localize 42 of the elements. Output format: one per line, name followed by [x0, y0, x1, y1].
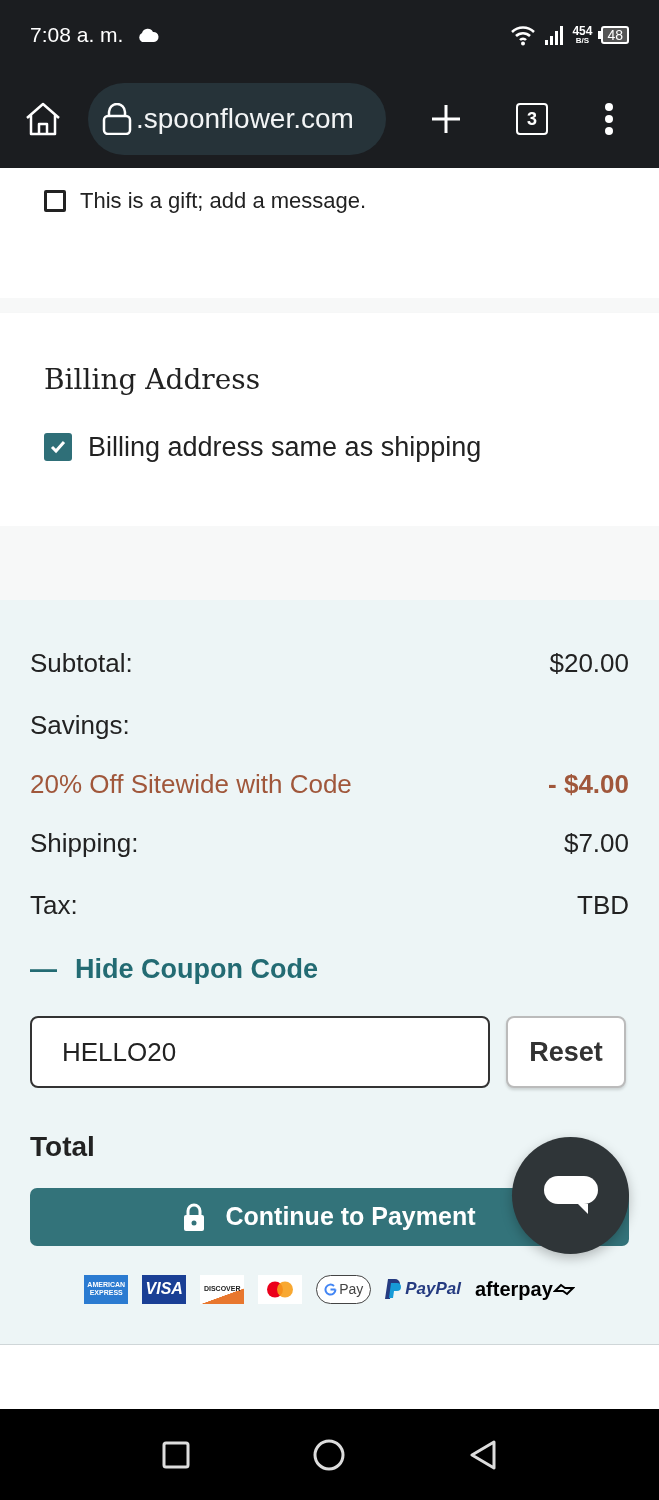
menu-icon[interactable] — [604, 103, 614, 135]
visa-logo: VISA — [142, 1274, 187, 1304]
home-circle-icon[interactable] — [313, 1438, 346, 1471]
lock-icon — [102, 103, 132, 135]
address-bar[interactable]: .spoonflower.com — [88, 83, 386, 155]
recents-icon[interactable] — [161, 1440, 190, 1469]
lock-icon — [183, 1203, 206, 1231]
chat-widget-overlay[interactable] — [512, 1137, 629, 1254]
summary-value: TBD — [577, 888, 629, 922]
summary-value: $20.00 — [549, 646, 629, 680]
summary-label: Subtotal: — [30, 646, 133, 680]
speed-unit: B/S — [575, 37, 590, 45]
network-speed: 454 — [572, 25, 593, 37]
google-pay-logo: Pay — [316, 1274, 372, 1304]
signal-icon — [544, 25, 565, 45]
back-icon[interactable] — [469, 1439, 498, 1470]
afterpay-logo: afterpay — [474, 1274, 575, 1304]
clock: 7:08 a. m. — [30, 22, 124, 49]
gift-label: This is a gift; add a message. — [80, 187, 367, 215]
billing-same-label: Billing address same as shipping — [88, 431, 482, 464]
plus-icon[interactable] — [430, 103, 462, 135]
reset-button[interactable]: Reset — [506, 1016, 626, 1088]
paypal-logo: PayPal — [385, 1276, 461, 1302]
wifi-icon — [510, 24, 537, 46]
checkbox[interactable] — [44, 189, 66, 212]
coupon-toggle[interactable]: — Hide Coupon Code — [30, 948, 318, 990]
total-label: Total — [30, 1130, 95, 1164]
summary-label: Tax: — [30, 888, 78, 922]
billing-heading: Billing Address — [44, 362, 261, 398]
checkbox[interactable] — [44, 433, 72, 462]
mastercard-logo — [258, 1274, 303, 1304]
summary-label: Shipping: — [30, 826, 139, 860]
discount-label: 20% Off Sitewide with Code — [30, 767, 352, 801]
coupon-field[interactable]: HELLO20 — [30, 1016, 490, 1088]
cloud-icon — [137, 28, 160, 42]
home-icon[interactable] — [24, 102, 62, 136]
summary-value: $7.00 — [563, 826, 629, 860]
discount-value: - $4.00 — [548, 767, 629, 801]
savings-label: Savings: — [30, 708, 130, 742]
tab-count-button[interactable]: 3 — [516, 103, 548, 135]
url-text: .spoonflower.com — [136, 102, 354, 136]
battery-level: 48 — [601, 26, 629, 44]
